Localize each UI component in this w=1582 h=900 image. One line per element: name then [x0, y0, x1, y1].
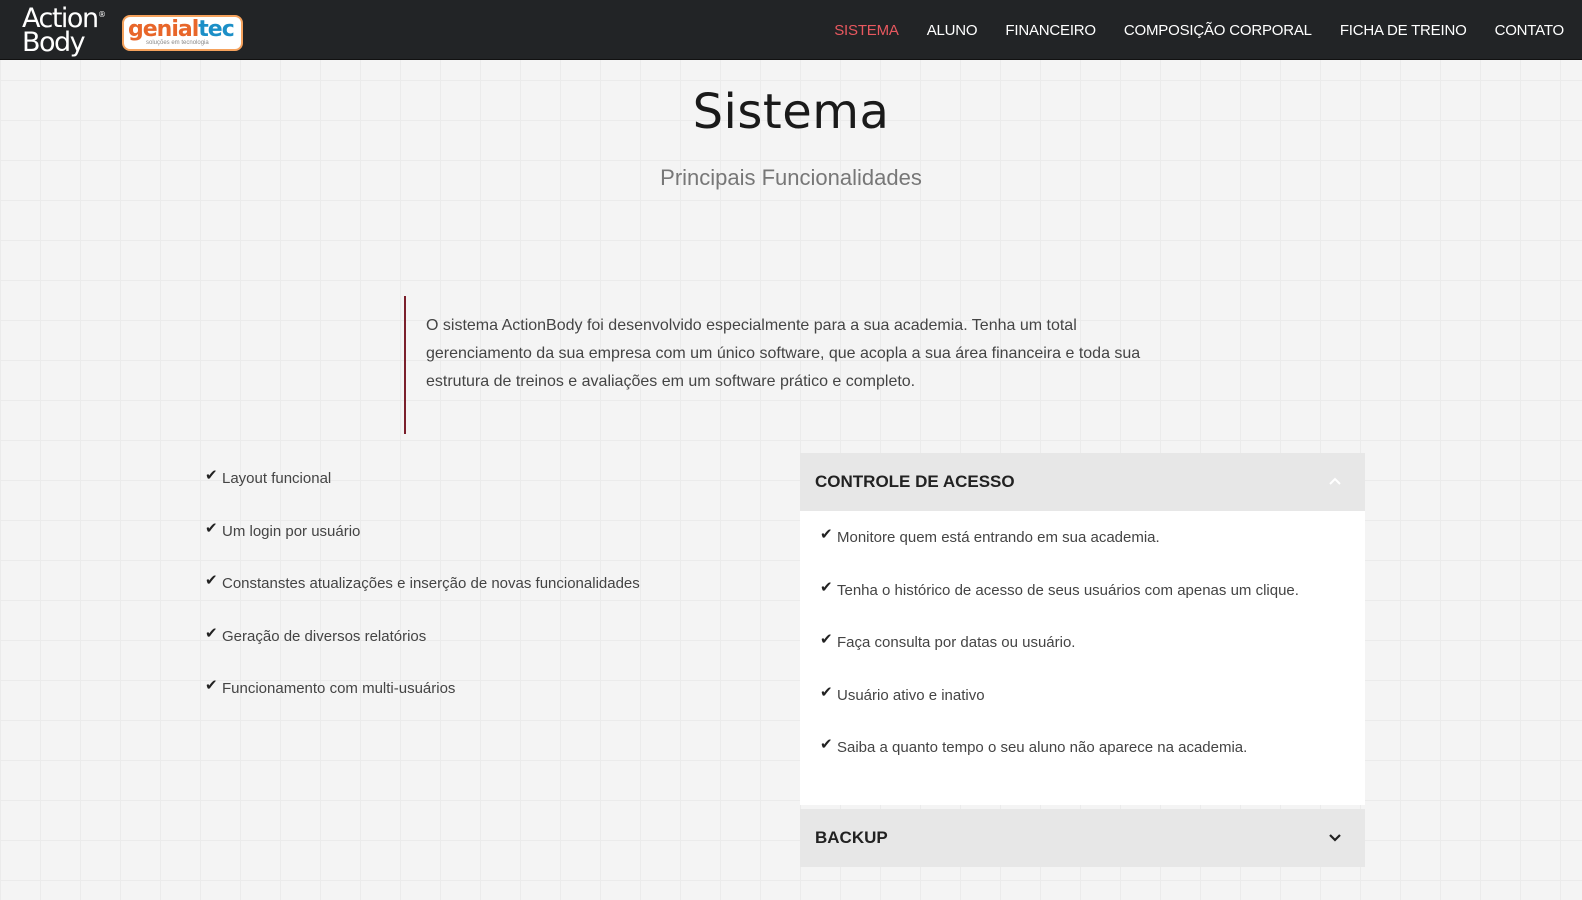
- check-icon: ✔: [205, 624, 218, 642]
- logo-action-line2: Body: [22, 27, 86, 58]
- feature-item: ✔ Layout funcional: [205, 467, 765, 523]
- nav-item-ficha-de-treino[interactable]: FICHA DE TREINO: [1340, 22, 1467, 39]
- intro-text: O sistema ActionBody foi desenvolvido es…: [426, 317, 1141, 390]
- check-icon: ✔: [205, 519, 218, 537]
- list-item: ✔ Tenha o histórico de acesso de seus usu…: [820, 578, 1365, 635]
- list-item-label: Monitore quem está entrando em sua acade…: [837, 529, 1160, 546]
- accordion-header-controle-de-acesso[interactable]: CONTROLE DE ACESSO: [800, 453, 1365, 511]
- check-icon: ✔: [820, 578, 833, 596]
- check-icon: ✔: [820, 683, 833, 701]
- intro-quote: O sistema ActionBody foi desenvolvido es…: [404, 296, 1164, 434]
- nav-item-composicao-corporal[interactable]: COMPOSIÇÃO CORPORAL: [1124, 22, 1312, 39]
- navbar: Action Body ® genialtec soluções em tecn…: [0, 0, 1582, 60]
- feature-item: ✔ Geração de diversos relatórios: [205, 624, 765, 681]
- main-nav: SISTEMA ALUNO FINANCEIRO COMPOSIÇÃO CORP…: [806, 0, 1564, 60]
- list-item: ✔ Usuário ativo e inativo: [820, 683, 1365, 740]
- list-item-label: Saiba a quanto tempo o seu aluno não apa…: [837, 739, 1248, 756]
- feature-item: ✔ Constanstes atualizações e inserção de …: [205, 572, 765, 628]
- chevron-down-icon: [1329, 834, 1341, 842]
- access-control-list: ✔ Monitore quem está entrando em sua acad…: [800, 511, 1365, 792]
- nav-item-contato[interactable]: CONTATO: [1495, 22, 1565, 39]
- list-item: ✔ Saiba a quanto tempo o seu aluno não ap…: [820, 736, 1365, 792]
- check-icon: ✔: [820, 526, 833, 543]
- check-icon: ✔: [205, 467, 218, 484]
- feature-label: Layout funcional: [222, 470, 332, 487]
- check-icon: ✔: [820, 736, 833, 753]
- actionbody-logo[interactable]: Action Body ®: [20, 4, 108, 58]
- nav-item-aluno[interactable]: ALUNO: [927, 22, 978, 39]
- page-subtitle: Principais Funcionalidades: [660, 165, 922, 190]
- check-icon: ✔: [820, 631, 833, 648]
- check-icon: ✔: [205, 572, 218, 589]
- nav-item-financeiro[interactable]: FINANCEIRO: [1005, 22, 1096, 39]
- accordion-panel-controle-de-acesso: ✔ Monitore quem está entrando em sua acad…: [800, 511, 1365, 805]
- list-item: ✔ Monitore quem está entrando em sua acad…: [820, 526, 1365, 582]
- feature-label: Constanstes atualizações e inserção de n…: [222, 575, 640, 592]
- feature-label: Um login por usuário: [222, 522, 361, 540]
- nav-item-sistema[interactable]: SISTEMA: [834, 22, 899, 39]
- feature-item: ✔ Funcionamento com multi-usuários: [205, 677, 765, 733]
- feature-label: Geração de diversos relatórios: [222, 627, 427, 645]
- feature-list: ✔ Layout funcional ✔ Um login por usuário …: [205, 467, 765, 733]
- genialtec-tagline: soluções em tecnologia: [146, 40, 209, 46]
- feature-label: Funcionamento com multi-usuários: [222, 680, 456, 697]
- accordion-title: CONTROLE DE ACESSO: [815, 472, 1015, 491]
- chevron-up-icon: [1329, 477, 1341, 485]
- page-title: Sistema: [692, 84, 890, 140]
- feature-item: ✔ Um login por usuário: [205, 519, 765, 576]
- accordion-title: BACKUP: [815, 828, 888, 847]
- check-icon: ✔: [205, 677, 218, 694]
- registered-mark: ®: [98, 10, 106, 19]
- list-item-label: Faça consulta por datas ou usuário.: [837, 634, 1076, 651]
- list-item: ✔ Faça consulta por datas ou usuário.: [820, 631, 1365, 687]
- list-item-label: Usuário ativo e inativo: [837, 686, 985, 704]
- genialtec-logo[interactable]: genialtec soluções em tecnologia: [122, 15, 243, 51]
- accordion-header-backup[interactable]: BACKUP: [800, 809, 1365, 867]
- list-item-label: Tenha o histórico de acesso de seus usuá…: [837, 581, 1299, 599]
